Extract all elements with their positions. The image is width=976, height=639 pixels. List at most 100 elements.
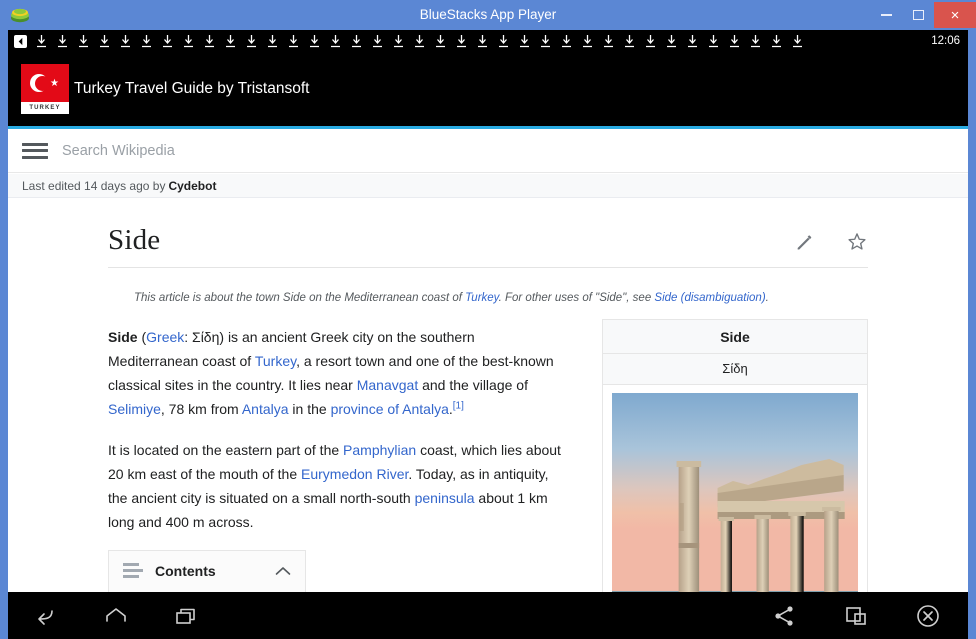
download-icon (662, 34, 681, 49)
window-title: BlueStacks App Player (419, 7, 557, 22)
pencil-edit-icon[interactable] (794, 231, 816, 253)
last-edited-text: Last edited 14 days ago by (22, 178, 166, 193)
link-greek[interactable]: Greek (146, 329, 184, 345)
download-icon (53, 34, 72, 49)
hatnote: This article is about the town Side on t… (108, 290, 868, 307)
android-nav-bar (8, 592, 968, 639)
download-icon (557, 34, 576, 49)
download-icon (242, 34, 261, 49)
download-icon (599, 34, 618, 49)
status-bar-notifications (14, 30, 807, 52)
link-selimiye[interactable]: Selimiye (108, 401, 161, 417)
android-device-frame: 12:06 ★ TURKEY Turkey Travel Guide by Tr… (0, 30, 976, 639)
download-icon (431, 34, 450, 49)
share-icon[interactable] (770, 602, 798, 630)
window-title-bar: BlueStacks App Player × (0, 0, 976, 30)
contents-list-icon (123, 563, 143, 579)
download-icon (788, 34, 807, 49)
hatnote-link-disambiguation[interactable]: Side (disambiguation) (654, 292, 765, 304)
download-icon (746, 34, 765, 49)
flag-caption: TURKEY (29, 105, 61, 111)
chevron-up-icon[interactable] (275, 566, 291, 576)
download-icon (704, 34, 723, 49)
recent-apps-icon[interactable] (172, 602, 200, 630)
download-icon (683, 34, 702, 49)
download-icon (515, 34, 534, 49)
hamburger-menu-icon[interactable] (22, 141, 48, 161)
hatnote-text-2: . For other uses of "Side", see (498, 292, 655, 304)
minimize-icon (880, 14, 892, 16)
download-icon (452, 34, 471, 49)
app-name-label: Turkey Travel Guide by Tristansoft (74, 80, 310, 97)
link-manavgat[interactable]: Manavgat (357, 377, 418, 393)
maximize-icon (912, 10, 924, 20)
download-icon (389, 34, 408, 49)
download-icon (473, 34, 492, 49)
link-antalya[interactable]: Antalya (242, 401, 289, 417)
p1-t6: in the (288, 401, 331, 418)
download-icon (284, 34, 303, 49)
download-icon (368, 34, 387, 49)
infobox: Side Σίδη (602, 319, 868, 619)
close-icon: × (950, 6, 960, 24)
link-province-of-antalya[interactable]: province of Antalya (331, 401, 449, 417)
last-edited-banner[interactable]: Last edited 14 days ago by Cydebot (8, 174, 968, 198)
wikipedia-webview: Last edited 14 days ago by Cydebot Side (8, 129, 968, 619)
page-title: Side (108, 224, 161, 256)
maximize-button[interactable] (902, 0, 934, 30)
reference-1[interactable]: [1] (453, 401, 464, 412)
star-watch-icon[interactable] (846, 231, 868, 253)
download-icon (74, 34, 93, 49)
article-body: Side (Greek: Σίδη) is an ancient Greek c… (108, 319, 868, 619)
minimize-button[interactable] (870, 0, 902, 30)
download-icon (347, 34, 366, 49)
hatnote-link-turkey[interactable]: Turkey (465, 292, 498, 304)
infobox-subtitle: Σίδη (603, 354, 867, 386)
search-input[interactable] (62, 142, 968, 159)
download-icon (767, 34, 786, 49)
download-icon (116, 34, 135, 49)
download-icon (326, 34, 345, 49)
article-actions (794, 231, 868, 257)
close-circle-icon[interactable] (914, 602, 942, 630)
download-icon (620, 34, 639, 49)
android-status-bar: 12:06 (8, 30, 968, 52)
download-icon (179, 34, 198, 49)
p2-t1: It is located on the eastern part of the (108, 441, 344, 458)
status-bar-clock: 12:06 (931, 35, 960, 47)
lead-bold-term: Side (108, 329, 138, 346)
hatnote-text-3: . (765, 292, 769, 304)
link-peninsula[interactable]: peninsula (415, 490, 475, 506)
download-icon (200, 34, 219, 49)
download-icon (494, 34, 513, 49)
infobox-title: Side (603, 320, 867, 355)
last-editor-name: Cydebot (168, 178, 217, 193)
temple-of-apollo-ruins-image[interactable] (612, 393, 858, 619)
p1-t4: and the village of (418, 377, 528, 394)
bluestacks-window: BlueStacks App Player × 12:06 ★ TURKEY T… (0, 0, 976, 639)
p1-t1: ( (137, 329, 147, 346)
download-icon (641, 34, 660, 49)
link-eurymedon-river[interactable]: Eurymedon River (301, 466, 408, 482)
download-icon (305, 34, 324, 49)
article-title-row: Side (108, 224, 868, 268)
download-icon (137, 34, 156, 49)
download-icon (536, 34, 555, 49)
home-icon[interactable] (102, 602, 130, 630)
paragraph-2: It is located on the eastern part of the… (108, 438, 563, 534)
article-text-column: Side (Greek: Σίδη) is an ancient Greek c… (108, 325, 563, 619)
app-header-bar: ★ TURKEY Turkey Travel Guide by Tristans… (8, 52, 968, 126)
paragraph-1: Side (Greek: Σίδη) is an ancient Greek c… (108, 325, 563, 421)
contents-heading: Contents (155, 562, 216, 579)
p1-t5: , 78 km from (160, 401, 242, 418)
link-pamphylian[interactable]: Pamphylian (343, 442, 416, 458)
contents-header[interactable]: Contents (123, 563, 291, 579)
close-button[interactable]: × (934, 2, 976, 28)
back-icon[interactable] (32, 602, 60, 630)
nav-right-group (770, 592, 942, 639)
link-turkey[interactable]: Turkey (255, 353, 296, 369)
download-icon (578, 34, 597, 49)
download-icon (158, 34, 177, 49)
resize-window-icon[interactable] (842, 602, 870, 630)
hatnote-text-1: This article is about the town Side on t… (134, 292, 466, 304)
